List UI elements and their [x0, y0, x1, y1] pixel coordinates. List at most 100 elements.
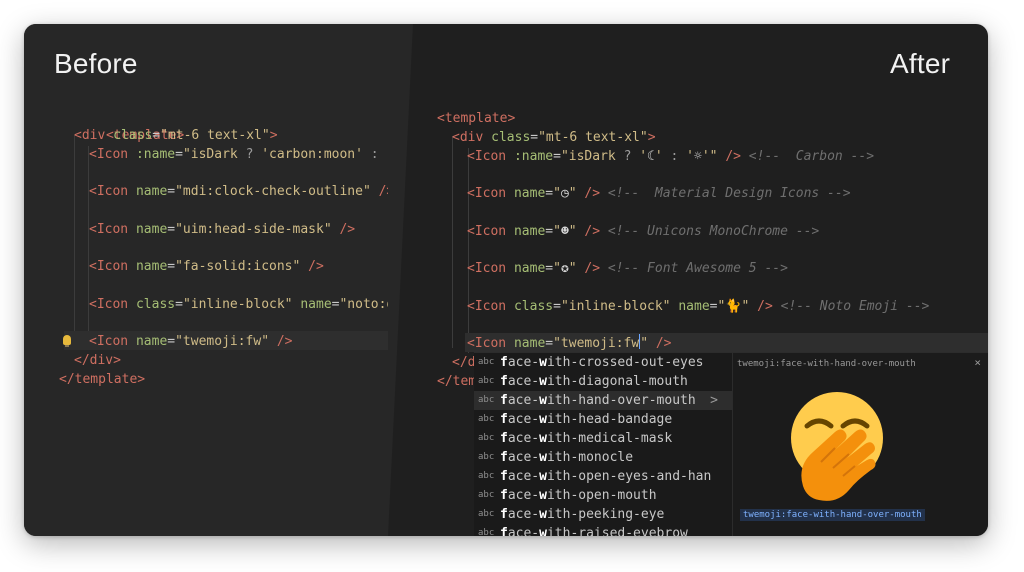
suggestion-item-selected[interactable]: abc face-with-hand-over-mouth > [474, 391, 732, 410]
clock-check-icon: ◷ [560, 186, 569, 201]
suggestion-item[interactable]: abc face-with-head-bandage [474, 410, 732, 429]
tag-token: <Icon [89, 222, 129, 237]
string-token: ' [654, 149, 671, 164]
attr-token: name [292, 297, 332, 312]
text-kind-icon: abc [478, 471, 495, 481]
eq-token: = [167, 334, 176, 349]
lightbulb-icon[interactable] [63, 335, 71, 347]
string-token: "isDark [182, 147, 246, 162]
suggestion-item[interactable]: abc face-with-crossed-out-eyes [474, 353, 732, 372]
tag-token: /> [576, 261, 601, 276]
tag-token: /> [269, 334, 293, 349]
code-line: <Icon class="inline-block" name="🐈" /> <… [467, 297, 929, 316]
eq-token: = [553, 149, 561, 164]
attr-token: class [513, 299, 554, 314]
code-line: <Icon class="inline-block" name="noto:gu [89, 295, 388, 314]
suggestion-item[interactable]: abc face-with-raised-eyebrow [474, 524, 732, 536]
tag-token: > [647, 130, 656, 145]
suggestion-item[interactable]: abc face-with-diagonal-mouth [474, 372, 732, 391]
attr-token: :name [135, 147, 176, 162]
code-line: </tem [437, 372, 476, 391]
code-line: <Icon name="uim:head-side-mask" /> [89, 220, 355, 239]
code-line: <Icon name="✪" /> <!-- Font Awesome 5 --… [467, 259, 788, 278]
indent-guide [468, 148, 469, 353]
suggestion-label: face-with-open-eyes-and-han [500, 469, 712, 484]
text-kind-icon: abc [478, 357, 495, 367]
tag-token: <template> [437, 111, 516, 126]
string-token: "twemoji:fw [553, 336, 640, 351]
code-line: <Icon name="mdi:clock-check-outline" /> [89, 182, 388, 201]
suggestion-item[interactable]: abc face-with-peeking-eye [474, 505, 732, 524]
attr-token: name [135, 184, 168, 199]
sun-icon: ☼ [694, 149, 702, 164]
code-line: </div> [74, 351, 121, 370]
suggestion-label: face-with-diagonal-mouth [500, 374, 688, 389]
tag-token: <Icon [467, 186, 507, 201]
string-token: "isDark [560, 149, 624, 164]
autocomplete-list[interactable]: abc face-with-crossed-out-eyes abc face-wi… [474, 352, 732, 536]
attr-token: :name [513, 149, 554, 164]
eq-token: = [167, 184, 176, 199]
eq-token: = [167, 259, 176, 274]
code-line: <Icon :name="isDark ? 'carbon:moon' : 'c… [89, 145, 388, 164]
attr-token: name [135, 259, 168, 274]
string-token: '" [701, 149, 718, 164]
suggestion-item[interactable]: abc face-with-monocle [474, 448, 732, 467]
suggestion-item[interactable]: abc face-with-open-mouth [474, 486, 732, 505]
tag-token: <div [74, 128, 106, 143]
code-line: <template> [59, 107, 184, 143]
code-line: <div class="mt-6 text-xl"> [74, 126, 278, 145]
suggestion-label: face-with-medical-mask [500, 431, 673, 446]
head-side-mask-icon: ☻ [560, 224, 569, 239]
tag-token: <Icon [89, 184, 129, 199]
close-icon[interactable]: × [974, 356, 981, 369]
attr-token: name [513, 261, 546, 276]
tag-token: <Icon [467, 299, 507, 314]
tag-token: /> [749, 299, 773, 314]
comparison-card: Before After <template> <div class="mt-6… [24, 24, 988, 536]
string-token: " [568, 224, 577, 239]
code-line: <Icon name="☻" /> <!-- Unicons MonoChrom… [467, 222, 819, 241]
string-token: "noto:gu [339, 297, 388, 312]
tag-token: <Icon [467, 261, 507, 276]
string-token: " [568, 186, 577, 201]
cat-emoji-icon: 🐈 [725, 299, 742, 314]
string-token: "mdi:clock-check-outline" [175, 184, 371, 199]
tag-token: <Icon [89, 147, 129, 162]
suggestion-item[interactable]: abc face-with-open-eyes-and-han [474, 467, 732, 486]
suggestion-label: face-with-peeking-eye [500, 507, 665, 522]
code-line: <Icon :name="isDark ? '☾' : '☼'" /> <!--… [467, 147, 874, 166]
text-kind-icon: abc [478, 395, 495, 405]
tag-token: <Icon [467, 336, 507, 351]
code-line: <Icon name="◷" /> <!-- Material Design I… [467, 184, 851, 203]
code-line: <Icon name="fa-solid:icons" /> [89, 257, 324, 276]
detail-footer-label: twemoji:face-with-hand-over-mouth [740, 509, 925, 521]
string-token: "mt-6 text-xl" [160, 128, 270, 143]
text-kind-icon: abc [478, 528, 495, 536]
tag-token: <div [452, 130, 484, 145]
comment-token: <!-- Material Design Icons --> [600, 186, 851, 201]
suggestion-item[interactable]: abc face-with-medical-mask [474, 429, 732, 448]
attr-token: class [135, 297, 176, 312]
chevron-right-icon[interactable]: > [710, 391, 718, 410]
tag-token: /> [378, 184, 388, 199]
tag-token: /> [331, 222, 356, 237]
tag-token: <Icon [467, 149, 507, 164]
tag-token: <Icon [89, 297, 129, 312]
string-token: ' [631, 149, 648, 164]
text-kind-icon: abc [478, 414, 495, 424]
string-token: "fa-solid:icons" [175, 259, 301, 274]
attr-token: name [513, 224, 546, 239]
comment-token: <!-- Font Awesome 5 --> [600, 261, 788, 276]
code-line: <div class="mt-6 text-xl"> [452, 128, 656, 147]
before-code-editor[interactable]: <template> <div class="mt-6 text-xl"> <I… [24, 24, 388, 536]
text-kind-icon: abc [478, 509, 495, 519]
string-token: "twemoji:fw" [175, 334, 270, 349]
string-token: "inline-block" [182, 297, 293, 312]
eq-token: = [167, 222, 176, 237]
suggestion-label: face-with-hand-over-mouth [500, 393, 696, 408]
tag-token: /> [717, 149, 741, 164]
suggestion-label: face-with-open-mouth [500, 488, 657, 503]
string-token: " [640, 336, 649, 351]
string-token: "uim:head-side-mask" [175, 222, 332, 237]
